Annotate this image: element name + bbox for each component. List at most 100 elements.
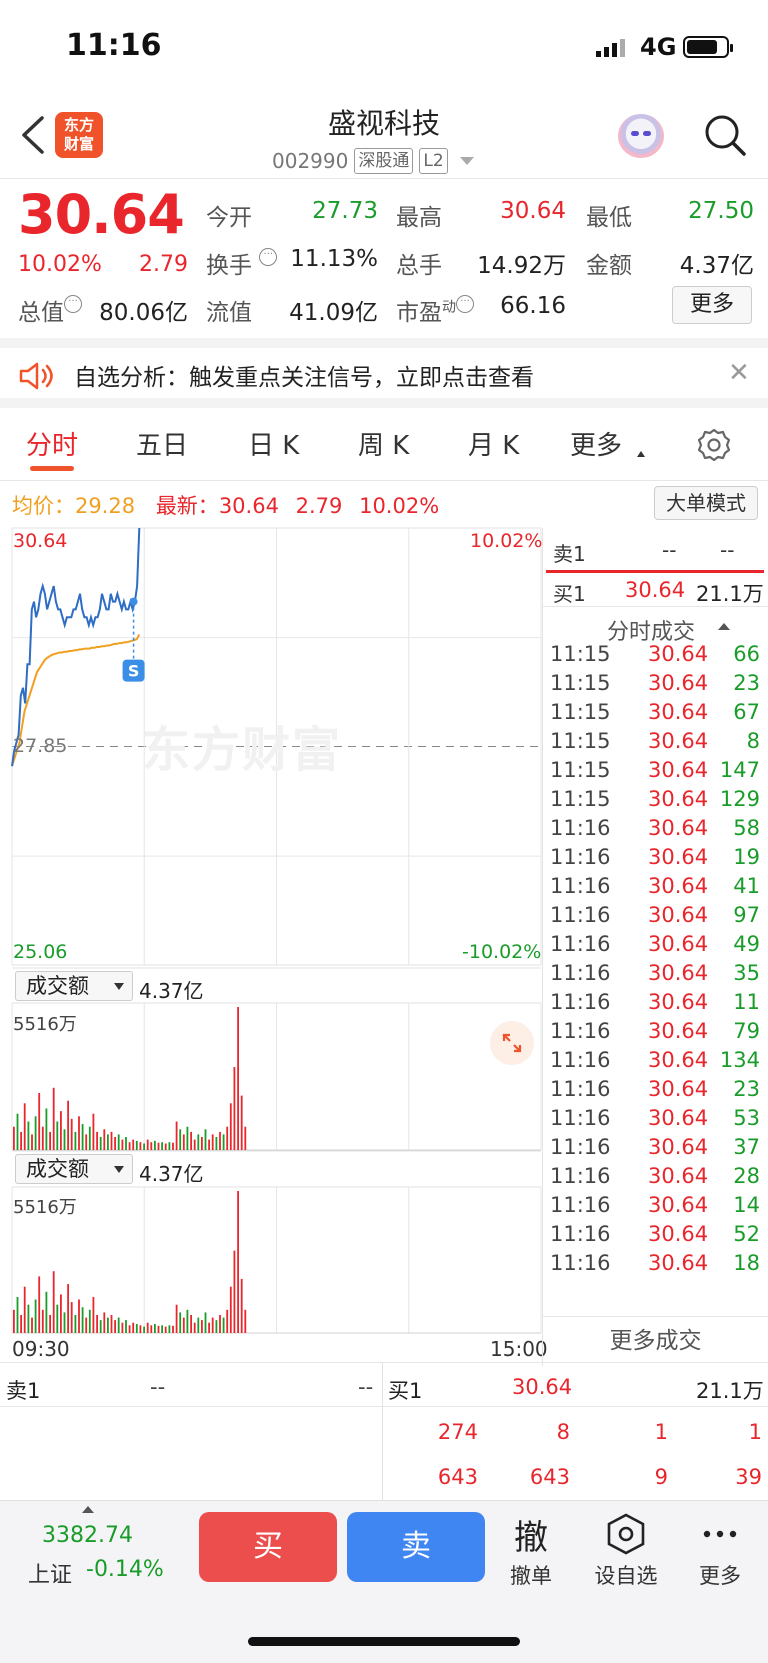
- open-label: 今开: [206, 205, 252, 231]
- ob-cell: 9: [654, 1465, 668, 1489]
- trade-tick-row: 11:16 30.64 97: [550, 903, 760, 934]
- turnover-label[interactable]: 换手 ···: [206, 246, 278, 280]
- notice-text[interactable]: 自选分析：触发重点关注信号，立即点击查看: [74, 358, 534, 392]
- volume-total: 4.37亿: [139, 1162, 204, 1186]
- volume-bar: [197, 1134, 200, 1150]
- add-watchlist-button[interactable]: 设自选: [586, 1512, 666, 1590]
- pe-value: 66.16: [500, 293, 566, 319]
- tab-daily-k[interactable]: 日 K: [248, 425, 299, 462]
- volume-bar: [78, 1299, 80, 1333]
- watermark: 东方财富: [142, 722, 343, 778]
- volume-indicator-select[interactable]: 成交额: [15, 971, 133, 1001]
- tab-weekly-k[interactable]: 周 K: [358, 425, 409, 462]
- price-divider-line: [546, 570, 764, 573]
- tick-volume: 147: [719, 758, 760, 782]
- tab-five-day[interactable]: 五日: [136, 425, 188, 462]
- low-value: 27.50: [688, 198, 754, 224]
- volume-bar: [38, 1276, 41, 1333]
- volume-bar: [49, 1315, 51, 1333]
- info-icon[interactable]: ···: [64, 295, 82, 313]
- volume-bar: [164, 1326, 167, 1333]
- tab-monthly-k[interactable]: 月 K: [468, 425, 519, 462]
- tab-intraday[interactable]: 分时: [26, 425, 78, 462]
- more-quote-button[interactable]: 更多: [672, 286, 752, 324]
- index-name[interactable]: 上证: [28, 1557, 72, 1589]
- avg-label: 均价：: [12, 494, 75, 518]
- price-line: [11, 527, 141, 767]
- volume-bar: [99, 1137, 102, 1150]
- buy-button[interactable]: 买: [199, 1512, 337, 1582]
- assistant-avatar[interactable]: [618, 114, 664, 158]
- volume-bar: [193, 1139, 196, 1150]
- volume-bar: [16, 1297, 19, 1333]
- tick-volume: 129: [719, 787, 760, 811]
- gear-icon[interactable]: [696, 427, 732, 467]
- divider: [0, 1406, 768, 1407]
- volume-bar: [63, 1129, 66, 1150]
- volume-bar: [114, 1320, 116, 1333]
- volume-bar: [190, 1315, 192, 1333]
- expand-icon: [502, 1033, 522, 1053]
- volume-bar: [201, 1320, 203, 1333]
- volume-bar: [85, 1317, 88, 1333]
- close-icon[interactable]: ✕: [728, 358, 750, 388]
- volume-bar: [103, 1312, 106, 1333]
- ob-cell: 39: [735, 1465, 762, 1489]
- search-button[interactable]: [702, 112, 748, 158]
- index-change-pct[interactable]: -0.14%: [86, 1557, 164, 1582]
- volume-bar: [135, 1140, 138, 1150]
- volume-bar: [88, 1126, 91, 1150]
- panel-buy1-price: 30.64: [625, 578, 686, 602]
- trade-tick-row: 11:15 30.64 129: [550, 787, 760, 818]
- stock-code-row[interactable]: 002990 深股通 L2: [272, 148, 474, 174]
- tick-price: 30.64: [648, 1019, 709, 1043]
- volume-bar: [38, 1093, 41, 1150]
- tick-volume: 66: [733, 642, 760, 666]
- more-menu-button[interactable]: 更多: [680, 1512, 760, 1590]
- volume-bar: [20, 1131, 22, 1150]
- volume-bar: [204, 1312, 207, 1333]
- volume-bar: [45, 1108, 48, 1150]
- index-value[interactable]: 3382.74: [42, 1523, 133, 1548]
- volume-bar: [74, 1131, 77, 1150]
- tick-price: 30.64: [648, 1135, 709, 1159]
- sell-button[interactable]: 卖: [347, 1512, 485, 1582]
- big-order-mode-button[interactable]: 大单模式: [654, 486, 758, 520]
- volume-bar: [81, 1124, 84, 1150]
- tick-price: 30.64: [648, 758, 709, 782]
- info-icon[interactable]: ···: [259, 248, 278, 266]
- volume-bar: [237, 1191, 239, 1333]
- volume-bar: [154, 1140, 156, 1150]
- trade-tick-row: 11:16 30.64 79: [550, 1019, 760, 1050]
- ob-buy1-volume: 21.1万: [696, 1379, 764, 1403]
- more-trades-button[interactable]: 更多成交: [543, 1321, 768, 1355]
- volume-bar: [168, 1325, 171, 1333]
- volume-bar: [110, 1131, 113, 1150]
- market-cap-label[interactable]: 总值 ···: [18, 293, 82, 327]
- cancel-order-button[interactable]: 撤 撤单: [491, 1512, 571, 1590]
- tick-volume: 67: [733, 700, 760, 724]
- tick-price: 30.64: [648, 1164, 709, 1188]
- expand-button[interactable]: [490, 1021, 534, 1065]
- volume-bar: [56, 1304, 59, 1333]
- volume-bar: [13, 1126, 15, 1150]
- trade-tick-row: 11:16 30.64 52: [550, 1222, 760, 1253]
- cancel-order-icon: 撤: [514, 1517, 548, 1558]
- tick-price: 30.64: [648, 700, 709, 724]
- info-icon[interactable]: ···: [456, 295, 474, 313]
- volume-bar: [45, 1291, 48, 1333]
- caret-up-icon[interactable]: [82, 1506, 94, 1513]
- volume-bar: [240, 1095, 243, 1150]
- volume-bar: [52, 1087, 55, 1150]
- caret-down-icon: [114, 1166, 124, 1173]
- volume-bar: [193, 1322, 196, 1333]
- tab-more[interactable]: 更多: [570, 425, 622, 462]
- latest-change: 2.79: [295, 494, 343, 518]
- volume-indicator-select-2[interactable]: 成交额: [15, 1154, 133, 1184]
- trade-tick-row: 11:16 30.64 35: [550, 961, 760, 992]
- pe-label[interactable]: 市盈动 ···: [396, 293, 474, 327]
- active-tab-indicator: [30, 466, 74, 471]
- volume-bar: [226, 1309, 229, 1333]
- tick-time: 11:16: [550, 1251, 611, 1275]
- volume-max-label: 5516万: [13, 1197, 77, 1218]
